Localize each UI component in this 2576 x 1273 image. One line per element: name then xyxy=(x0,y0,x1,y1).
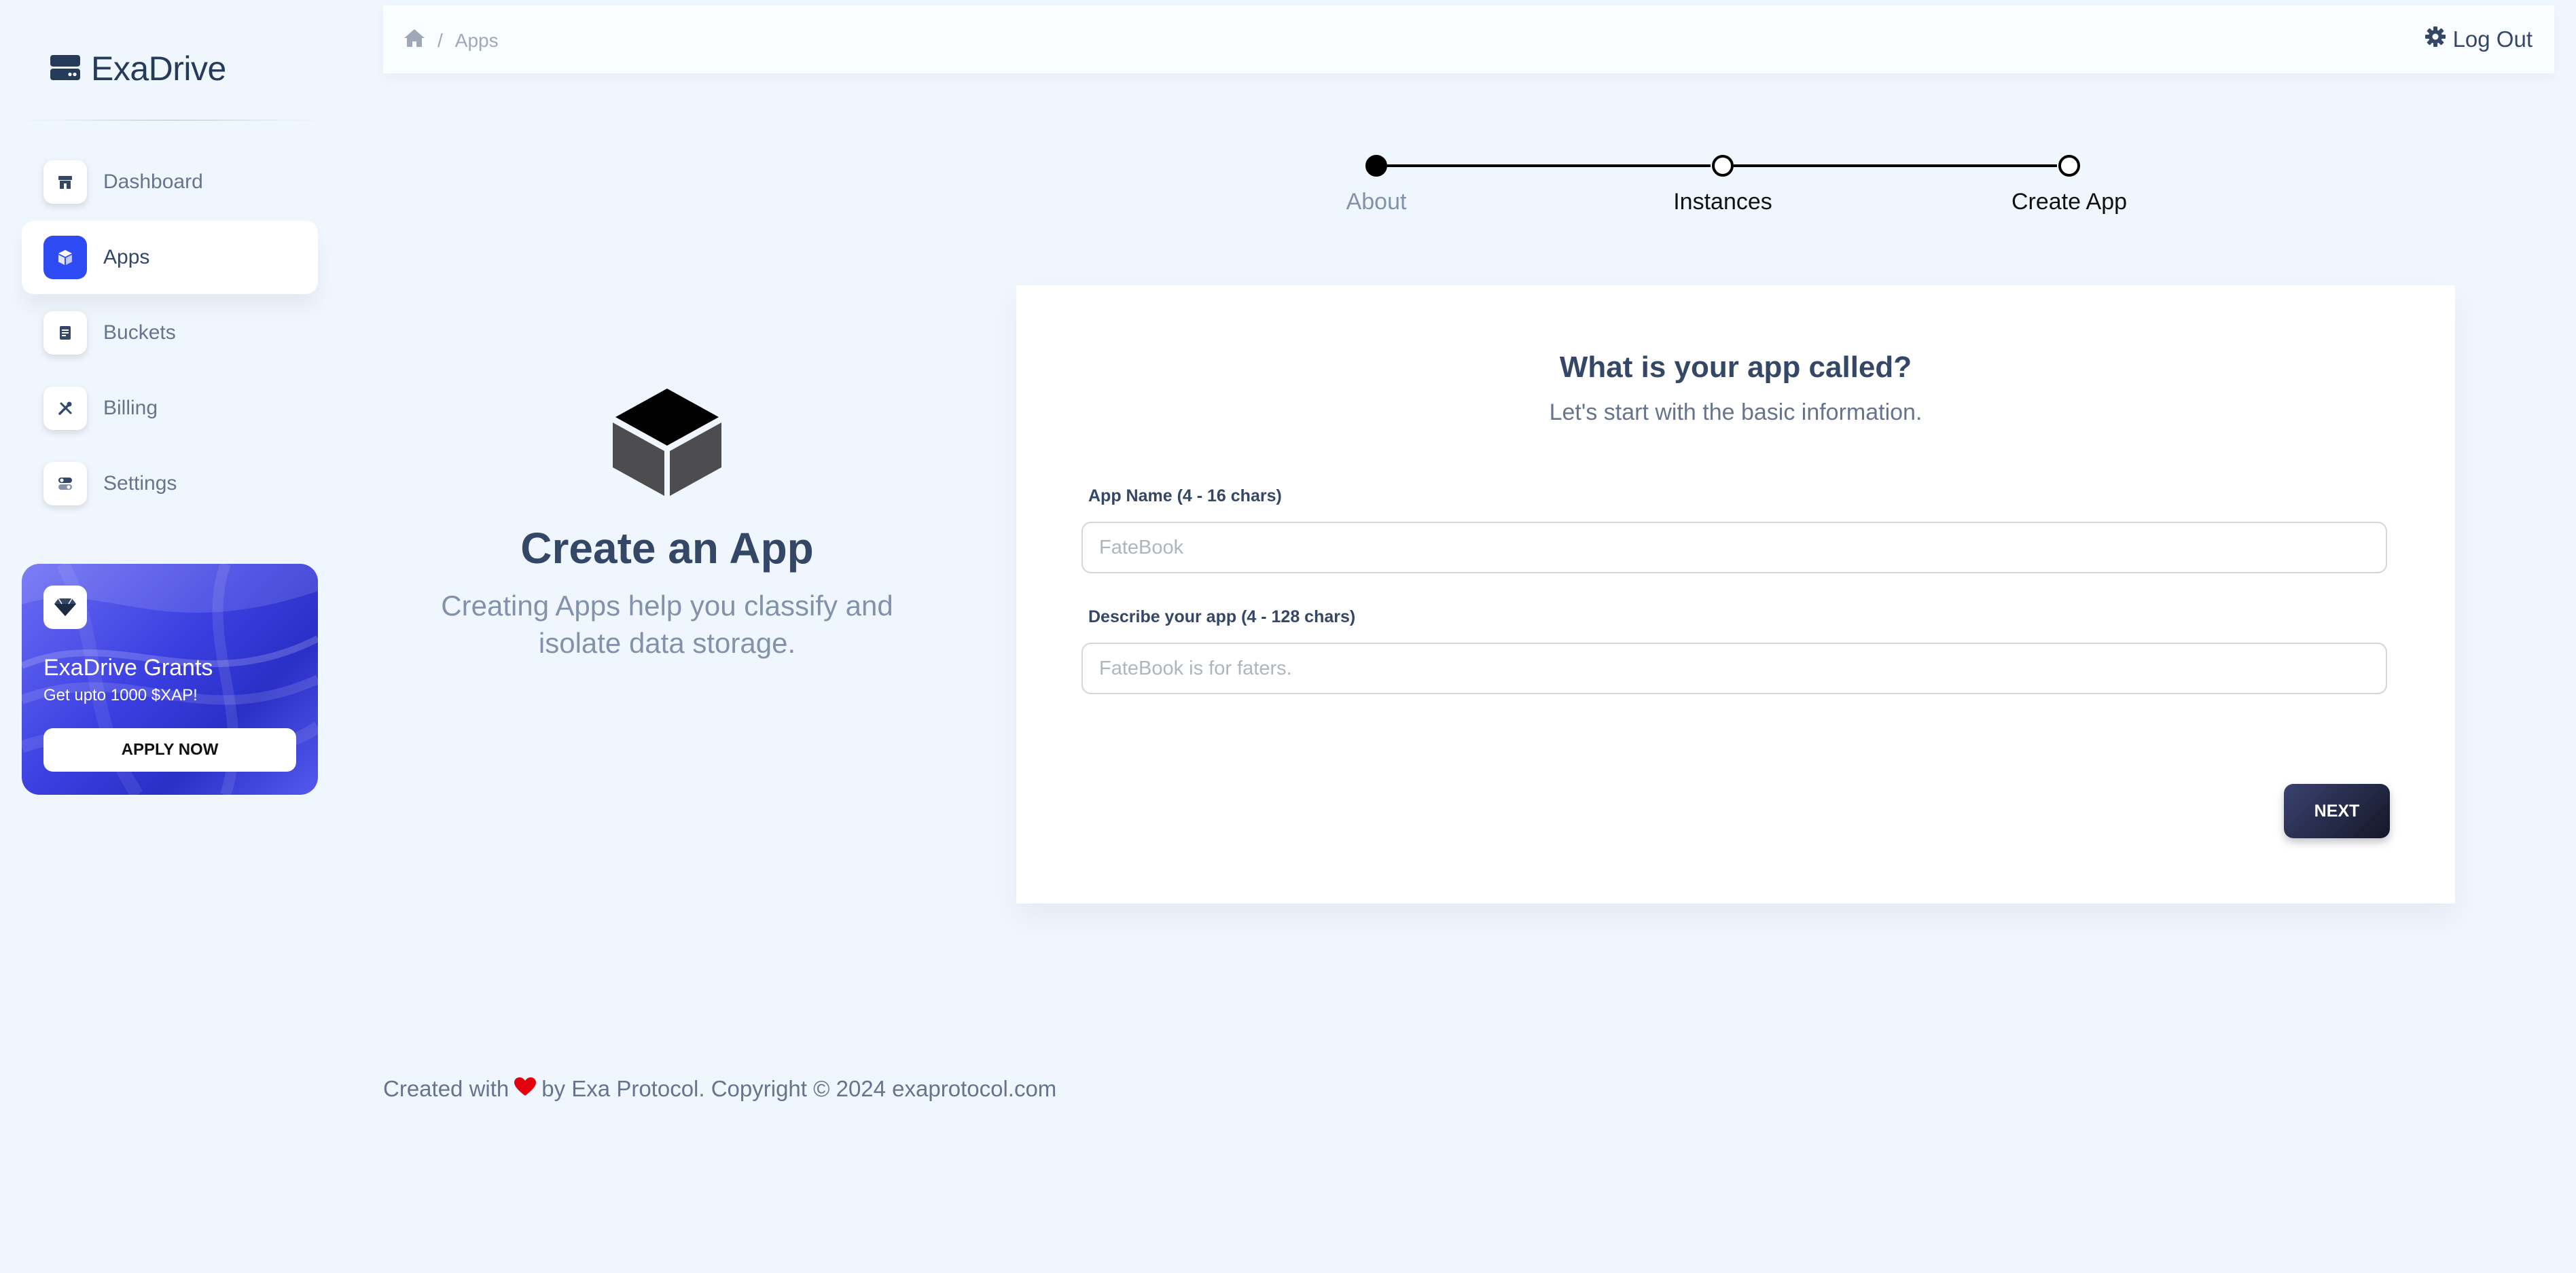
apply-now-button[interactable]: APPLY NOW xyxy=(43,728,296,772)
grants-card: ExaDrive Grants Get upto 1000 $XAP! APPL… xyxy=(22,564,318,795)
logout-button[interactable]: Log Out xyxy=(2425,26,2533,53)
home-icon[interactable] xyxy=(404,29,425,52)
sidebar-item-buckets[interactable]: Buckets xyxy=(22,296,318,370)
sidebar-item-label: Dashboard xyxy=(103,171,203,193)
sidebar-item-label: Buckets xyxy=(103,321,176,344)
footer-prefix: Created with xyxy=(383,1076,509,1101)
hero-title: Create an App xyxy=(520,524,814,573)
drive-icon xyxy=(49,51,82,87)
diamond-icon xyxy=(43,586,87,629)
sidebar-item-dashboard[interactable]: Dashboard xyxy=(22,145,318,219)
grants-title: ExaDrive Grants xyxy=(43,655,213,681)
description-label: Describe your app (4 - 128 chars) xyxy=(1088,607,1356,626)
app-name-label: App Name (4 - 16 chars) xyxy=(1088,486,1282,505)
footer-suffix: by Exa Protocol. Copyright © 2024 exapro… xyxy=(541,1076,1057,1101)
app-name-input[interactable] xyxy=(1081,522,2387,573)
document-icon xyxy=(43,311,87,355)
toggles-icon xyxy=(43,462,87,505)
sidebar: ExaDrive Dashboard Apps Buckets Billing … xyxy=(0,0,340,1273)
step-dot-create-app[interactable] xyxy=(2058,155,2080,177)
sidebar-item-billing[interactable]: Billing xyxy=(22,372,318,445)
cube-icon xyxy=(610,386,724,502)
step-dot-about[interactable] xyxy=(1365,155,1387,177)
step-dot-instances[interactable] xyxy=(1712,155,1734,177)
sidebar-item-label: Apps xyxy=(103,246,150,268)
sidebar-item-settings[interactable]: Settings xyxy=(22,447,318,520)
gear-icon xyxy=(2425,26,2446,53)
step-connector xyxy=(1387,164,1711,167)
step-label-create-app[interactable]: Create App xyxy=(2011,189,2127,215)
breadcrumb-separator: / xyxy=(437,29,443,51)
brand-logo[interactable]: ExaDrive xyxy=(49,49,226,88)
step-label-about[interactable]: About xyxy=(1346,189,1407,215)
shop-icon xyxy=(43,160,87,204)
form-title: What is your app called? xyxy=(1559,351,1912,384)
breadcrumb-current[interactable]: Apps xyxy=(455,30,499,52)
hero-subtitle: Creating Apps help you classify and isol… xyxy=(441,590,893,659)
heart-icon xyxy=(514,1076,537,1102)
sidebar-item-label: Billing xyxy=(103,397,158,419)
sidebar-nav: Dashboard Apps Buckets Billing Settings xyxy=(22,145,318,522)
divider xyxy=(22,120,321,121)
footer: Created with by Exa Protocol. Copyright … xyxy=(383,1076,1056,1102)
description-input[interactable] xyxy=(1081,643,2387,694)
box-icon xyxy=(43,236,87,279)
tools-icon xyxy=(43,387,87,430)
breadcrumb: / Apps xyxy=(404,29,499,52)
top-navbar: / Apps Log Out xyxy=(383,5,2554,73)
brand-name: ExaDrive xyxy=(91,50,226,88)
create-app-card: What is your app called? Let's start wit… xyxy=(1016,285,2455,903)
step-connector xyxy=(1734,164,2057,167)
form-subtitle: Let's start with the basic information. xyxy=(1549,399,1922,425)
progress-stepper: About Instances Create App xyxy=(1346,155,2127,216)
sidebar-item-label: Settings xyxy=(103,472,177,495)
step-label-instances[interactable]: Instances xyxy=(1673,189,1772,215)
sidebar-item-apps[interactable]: Apps xyxy=(22,221,318,294)
logout-label: Log Out xyxy=(2452,26,2533,52)
next-button[interactable]: NEXT xyxy=(2284,784,2390,838)
grants-subtitle: Get upto 1000 $XAP! xyxy=(43,686,198,704)
